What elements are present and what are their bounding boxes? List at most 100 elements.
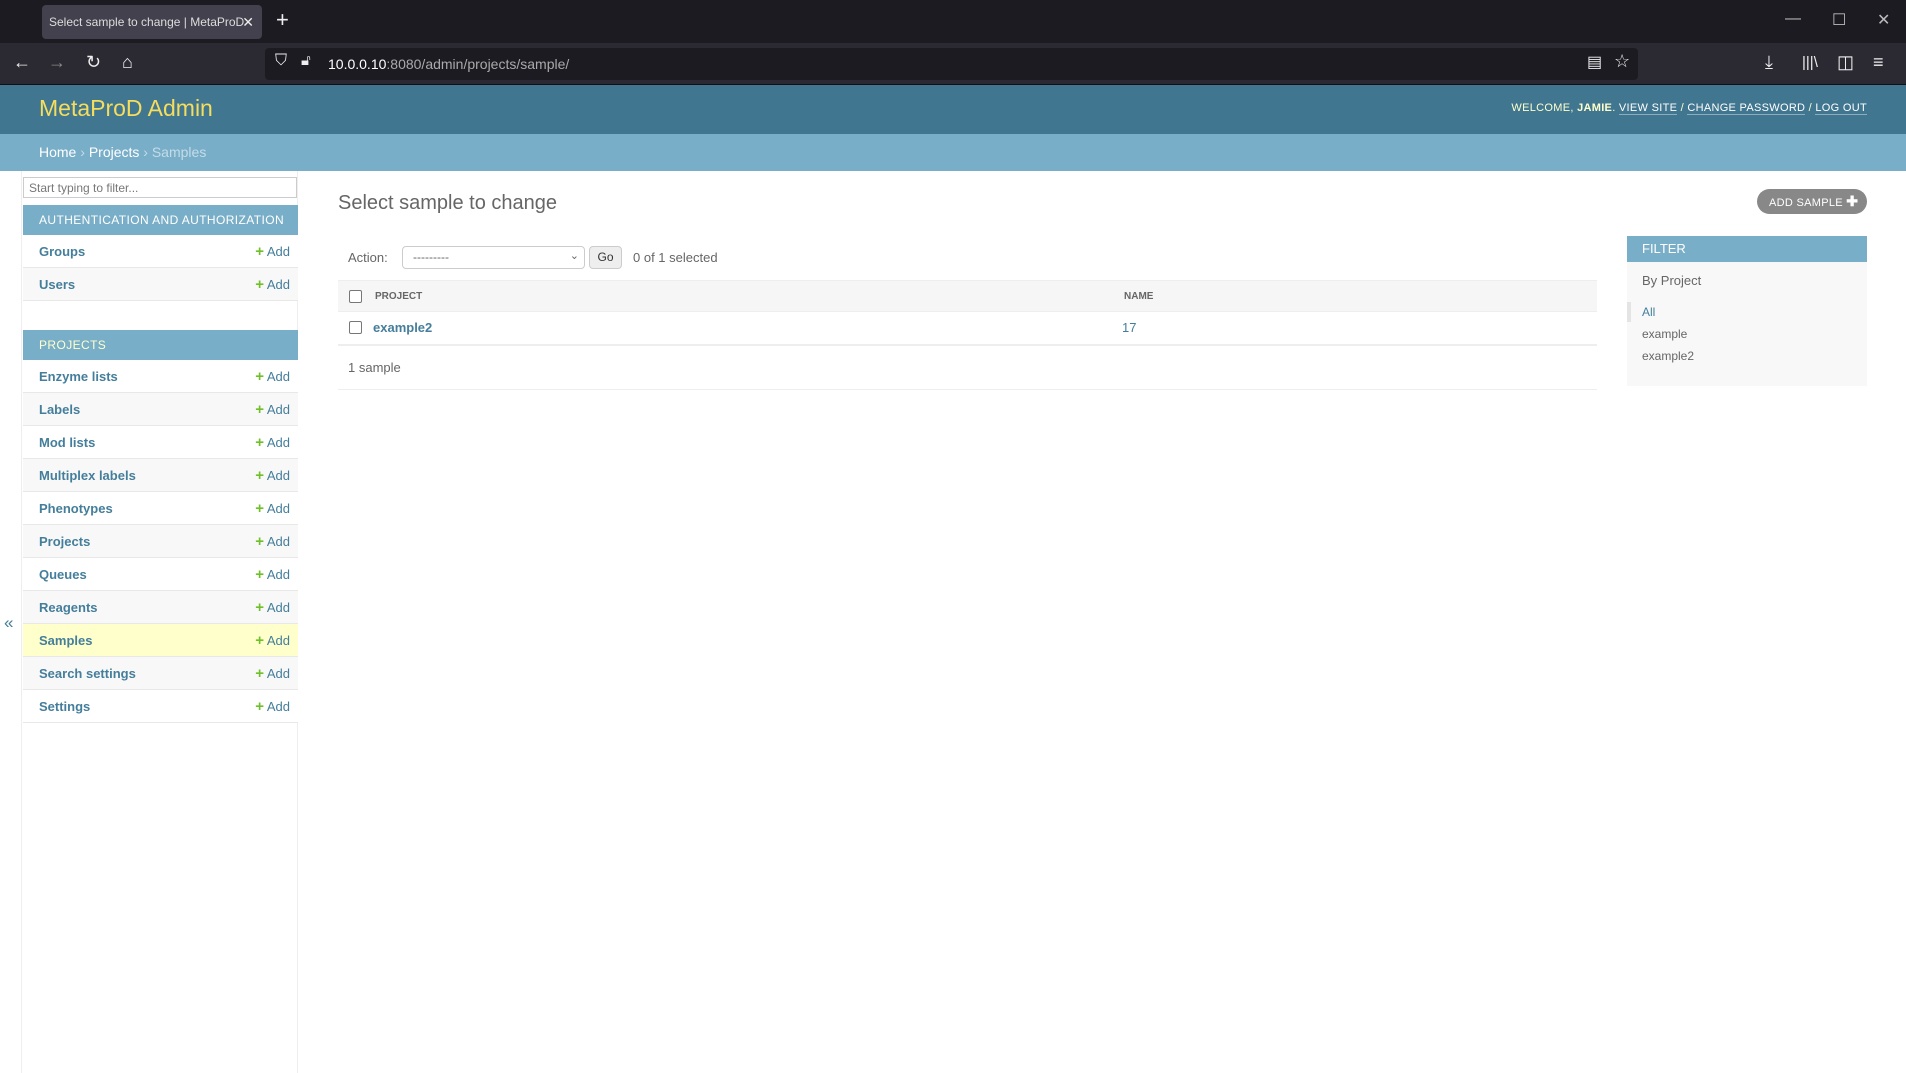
action-label: Action: xyxy=(348,250,388,265)
add-link[interactable]: + Add xyxy=(255,360,290,393)
add-sample-button[interactable]: ADD SAMPLE ✚ xyxy=(1757,189,1867,214)
add-link[interactable]: + Add xyxy=(255,459,290,492)
sidebar-section-caption[interactable]: PROJECTS xyxy=(23,330,298,360)
filter-option-example2[interactable]: example2 xyxy=(1642,349,1694,363)
add-label: Add xyxy=(266,402,290,417)
column-name[interactable]: NAME xyxy=(1124,281,1153,313)
url-path: :8080/admin/projects/sample/ xyxy=(386,56,570,72)
close-window-icon[interactable]: ✕ xyxy=(1877,10,1890,30)
add-label: Add xyxy=(266,699,290,714)
sidebar-item-label[interactable]: Labels xyxy=(39,402,80,417)
sidebar-item-queues[interactable]: Queues + Add xyxy=(23,558,298,591)
close-tab-icon[interactable]: ✕ xyxy=(242,5,254,39)
new-tab-icon[interactable]: + xyxy=(276,7,289,33)
row-project-link[interactable]: example2 xyxy=(373,312,432,344)
plus-icon: + xyxy=(255,698,264,715)
add-link[interactable]: + Add xyxy=(255,624,290,657)
sidebar-item-label[interactable]: Search settings xyxy=(39,666,136,681)
plus-icon: + xyxy=(255,566,264,583)
sidebar-item-label[interactable]: Reagents xyxy=(39,600,98,615)
back-icon[interactable]: ← xyxy=(13,52,31,73)
table-header: PROJECT NAME xyxy=(338,280,1597,312)
add-link[interactable]: + Add xyxy=(255,591,290,624)
breadcrumb-projects[interactable]: Projects xyxy=(89,144,140,160)
add-link[interactable]: + Add xyxy=(255,492,290,525)
view-site-link[interactable]: VIEW SITE xyxy=(1618,102,1678,115)
add-link[interactable]: + Add xyxy=(255,268,290,301)
add-link[interactable]: + Add xyxy=(255,690,290,723)
sidebar-item-label[interactable]: Users xyxy=(39,277,75,292)
add-link[interactable]: + Add xyxy=(255,558,290,591)
sidebar-item-label[interactable]: Multiplex labels xyxy=(39,468,136,483)
collapse-sidebar-icon[interactable]: « xyxy=(4,613,13,633)
site-brand[interactable]: MetaProD Admin xyxy=(39,95,213,122)
breadcrumb-home[interactable]: Home xyxy=(39,144,76,160)
column-project[interactable]: PROJECT xyxy=(375,281,422,313)
sidebar: Start typing to filter... AUTHENTICATION… xyxy=(21,171,298,1073)
change-password-link[interactable]: CHANGE PASSWORD xyxy=(1687,102,1806,115)
sidebar-item-multiplex-labels[interactable]: Multiplex labels + Add xyxy=(23,459,298,492)
sidebar-item-label[interactable]: Settings xyxy=(39,699,90,714)
sidebar-item-mod-lists[interactable]: Mod lists + Add xyxy=(23,426,298,459)
add-label: Add xyxy=(266,244,290,259)
bookmark-star-icon[interactable]: ☆ xyxy=(1614,51,1630,72)
plus-icon: + xyxy=(255,599,264,616)
table-row: example2 17 xyxy=(338,312,1597,346)
reload-icon[interactable]: ↻ xyxy=(86,52,101,73)
sidebar-item-search-settings[interactable]: Search settings + Add xyxy=(23,657,298,690)
sidebar-item-label[interactable]: Queues xyxy=(39,567,87,582)
filter-option-all[interactable]: All xyxy=(1642,305,1655,319)
add-link[interactable]: + Add xyxy=(255,426,290,459)
sidebar-item-projects[interactable]: Projects + Add xyxy=(23,525,298,558)
sidebar-item-label[interactable]: Groups xyxy=(39,244,85,259)
minimize-icon[interactable]: — xyxy=(1785,10,1801,28)
welcome-text: WELCOME, xyxy=(1511,102,1578,114)
plus-icon: + xyxy=(255,533,264,550)
sidebar-item-labels[interactable]: Labels + Add xyxy=(23,393,298,426)
add-link[interactable]: + Add xyxy=(255,393,290,426)
home-icon[interactable]: ⌂ xyxy=(122,52,133,73)
plus-icon: + xyxy=(255,368,264,385)
sidebar-item-label[interactable]: Mod lists xyxy=(39,435,95,450)
library-icon[interactable]: |||\ xyxy=(1802,54,1818,71)
filter-by-project: By Project xyxy=(1642,273,1702,288)
sidebar-item-samples[interactable]: Samples + Add xyxy=(23,624,298,657)
log-out-link[interactable]: LOG OUT xyxy=(1815,102,1867,115)
shield-icon: ⛉ xyxy=(275,52,288,69)
add-link[interactable]: + Add xyxy=(255,657,290,690)
browser-tab[interactable]: Select sample to change | MetaProD ✕ xyxy=(42,5,262,39)
sidebar-item-label[interactable]: Samples xyxy=(39,633,92,648)
row-checkbox[interactable] xyxy=(349,321,362,334)
sidebar-item-settings[interactable]: Settings + Add xyxy=(23,690,298,723)
download-icon[interactable]: ⤓ xyxy=(1765,52,1773,73)
row-name: 17 xyxy=(1122,320,1137,335)
sidebar-item-users[interactable]: Users + Add xyxy=(23,268,298,301)
user-tools: WELCOME, JAMIE. VIEW SITE / CHANGE PASSW… xyxy=(1511,102,1867,115)
sidebar-item-enzyme-lists[interactable]: Enzyme lists + Add xyxy=(23,360,298,393)
menu-icon[interactable]: ≡ xyxy=(1873,52,1884,73)
sidebar-toggle-icon[interactable]: ◫ xyxy=(1837,52,1854,73)
maximize-icon[interactable]: ☐ xyxy=(1832,10,1846,30)
sidebar-filter-input[interactable]: Start typing to filter... xyxy=(23,177,297,198)
sidebar-item-label[interactable]: Projects xyxy=(39,534,90,549)
action-select[interactable]: --------- ⌄ xyxy=(402,246,585,269)
forward-icon[interactable]: → xyxy=(48,52,66,73)
add-link[interactable]: + Add xyxy=(255,235,290,268)
sidebar-item-label[interactable]: Enzyme lists xyxy=(39,369,118,384)
add-label: Add xyxy=(266,501,290,516)
sidebar-item-label[interactable]: Phenotypes xyxy=(39,501,113,516)
add-link[interactable]: + Add xyxy=(255,525,290,558)
add-label: Add xyxy=(266,534,290,549)
plus-icon: ✚ xyxy=(1846,193,1859,209)
sidebar-section-caption[interactable]: AUTHENTICATION AND AUTHORIZATION xyxy=(23,205,298,235)
sidebar-item-reagents[interactable]: Reagents + Add xyxy=(23,591,298,624)
selection-count: 0 of 1 selected xyxy=(633,250,718,265)
sidebar-item-phenotypes[interactable]: Phenotypes + Add xyxy=(23,492,298,525)
select-all-checkbox[interactable] xyxy=(349,290,362,303)
filter-option-example[interactable]: example xyxy=(1642,327,1687,341)
sidebar-item-groups[interactable]: Groups + Add xyxy=(23,235,298,268)
url-bar[interactable]: ⛉ 🔓︎ 10.0.0.10:8080/admin/projects/sampl… xyxy=(265,48,1638,80)
go-button[interactable]: Go xyxy=(589,246,622,269)
reader-view-icon[interactable]: ▤ xyxy=(1587,52,1602,72)
plus-icon: + xyxy=(255,243,264,260)
